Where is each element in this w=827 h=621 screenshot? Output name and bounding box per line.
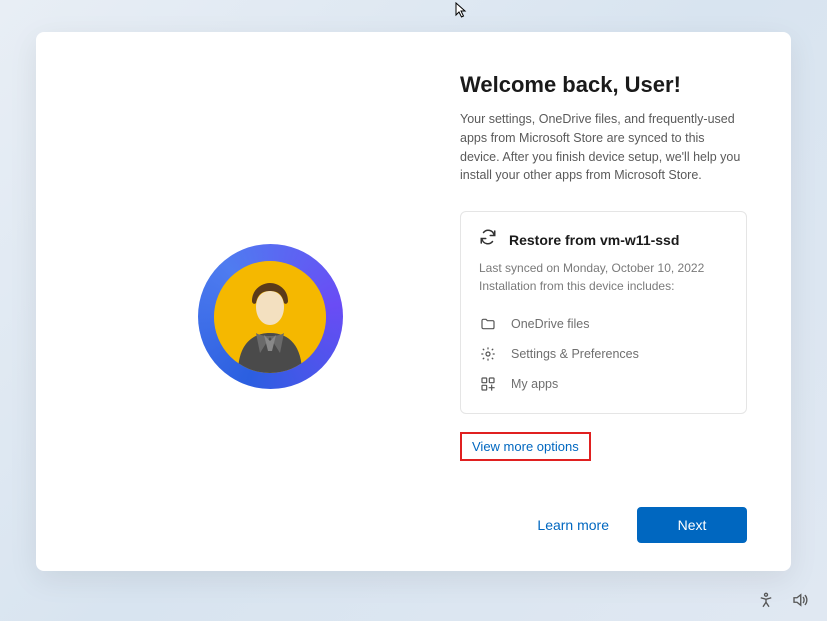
system-tray — [757, 591, 809, 609]
accessibility-icon[interactable] — [757, 591, 775, 609]
gear-icon — [479, 346, 497, 362]
mouse-cursor — [455, 2, 469, 21]
restore-meta: Last synced on Monday, October 10, 2022 … — [479, 259, 728, 295]
include-label: My apps — [511, 377, 558, 391]
setup-panel: Welcome back, User! Your settings, OneDr… — [36, 32, 791, 571]
avatar-column — [80, 72, 460, 541]
learn-more-link[interactable]: Learn more — [525, 509, 621, 541]
apps-icon — [479, 376, 497, 392]
include-row-onedrive: OneDrive files — [479, 309, 728, 339]
content-column: Welcome back, User! Your settings, OneDr… — [460, 72, 747, 541]
last-synced-text: Last synced on Monday, October 10, 2022 — [479, 259, 728, 277]
includes-label: Installation from this device includes: — [479, 277, 728, 295]
avatar-ring — [198, 244, 343, 389]
include-label: Settings & Preferences — [511, 347, 639, 361]
include-row-settings: Settings & Preferences — [479, 339, 728, 369]
page-title: Welcome back, User! — [460, 72, 747, 98]
sync-icon — [479, 228, 497, 251]
restore-card: Restore from vm-w11-ssd Last synced on M… — [460, 211, 747, 414]
restore-header: Restore from vm-w11-ssd — [479, 228, 728, 251]
view-more-options-link[interactable]: View more options — [460, 432, 591, 461]
volume-icon[interactable] — [791, 591, 809, 609]
next-button[interactable]: Next — [637, 507, 747, 543]
include-row-apps: My apps — [479, 369, 728, 399]
folder-icon — [479, 316, 497, 332]
restore-title: Restore from vm-w11-ssd — [509, 232, 679, 248]
include-label: OneDrive files — [511, 317, 590, 331]
footer-actions: Learn more Next — [525, 507, 747, 543]
user-avatar — [214, 261, 326, 373]
page-subtitle: Your settings, OneDrive files, and frequ… — [460, 110, 747, 185]
